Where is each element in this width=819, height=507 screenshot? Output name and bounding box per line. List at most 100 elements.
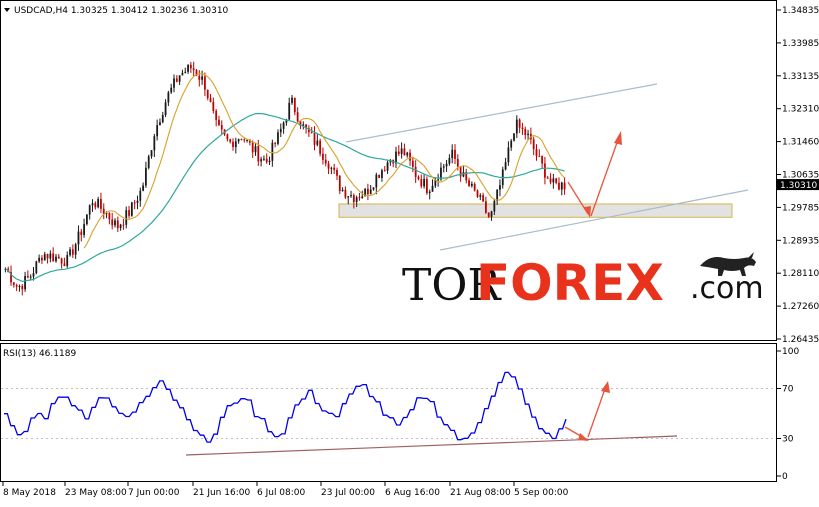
candle-body — [456, 158, 459, 167]
candle-body — [518, 119, 521, 128]
candle-body — [397, 151, 400, 154]
candle-body — [237, 139, 240, 142]
price-tick-label: 1.33135 — [782, 72, 819, 82]
candle-body — [428, 191, 431, 194]
brand-logo: TOR FOREX .com — [402, 252, 764, 312]
candle-body — [510, 140, 513, 148]
candle-body — [527, 133, 529, 136]
candle-body — [532, 139, 535, 150]
candle-body — [423, 179, 425, 187]
candle-body — [220, 125, 223, 130]
candle-body — [251, 142, 254, 153]
candle-body — [181, 72, 184, 76]
candle-body — [60, 258, 63, 264]
candle-body — [46, 254, 49, 259]
candle-body — [69, 249, 71, 256]
candle-body — [268, 160, 271, 163]
candle-body — [229, 139, 232, 142]
candle-body — [549, 178, 552, 183]
candle-body — [563, 182, 566, 190]
candle-body — [21, 286, 24, 290]
candle-body — [375, 174, 378, 188]
time-tick-label: 23 Jul 00:00 — [321, 488, 375, 498]
candle-body — [383, 170, 386, 172]
candle-body — [470, 183, 473, 186]
candle-body — [243, 139, 246, 141]
candle-body — [212, 101, 215, 111]
candle-body — [555, 178, 558, 183]
candle-body — [215, 110, 218, 120]
candle-body — [111, 219, 114, 226]
candle-body — [515, 119, 518, 134]
candle-body — [147, 156, 150, 168]
candle-body — [350, 195, 352, 197]
candle-body — [116, 220, 119, 229]
candle-body — [406, 152, 409, 156]
candle-body — [189, 64, 192, 69]
time-tick-label: 6 Jul 08:00 — [257, 488, 306, 498]
price-tick-label: 1.33985 — [782, 39, 819, 49]
candle-body — [310, 132, 313, 134]
time-tick-label: 21 Jun 16:00 — [193, 488, 250, 498]
rsi-tick-label: 70 — [782, 385, 794, 395]
candle-body — [209, 98, 212, 102]
candle-body — [173, 78, 175, 88]
candle-body — [546, 177, 549, 179]
candle-body — [184, 71, 187, 73]
candle-body — [156, 125, 159, 137]
candle-body — [493, 200, 496, 212]
candle-body — [66, 255, 69, 267]
candle-body — [32, 273, 35, 277]
candle-body — [400, 148, 403, 154]
candle-body — [448, 158, 451, 164]
candle-body — [91, 203, 94, 206]
current-price-label: 1.30310 — [780, 181, 817, 191]
candle-body — [83, 224, 85, 235]
candle-body — [476, 190, 479, 197]
support-zone — [338, 203, 733, 218]
time-tick-label: 6 Aug 16:00 — [385, 488, 440, 498]
rsi-panel-frame — [0, 343, 777, 482]
candle-body — [133, 202, 136, 204]
candle-body — [369, 189, 372, 195]
candle-body — [487, 212, 490, 217]
candle-body — [485, 201, 487, 213]
candle-body — [161, 115, 164, 123]
candle-body — [473, 183, 476, 191]
candle-body — [524, 129, 527, 136]
symbol-header: USDCAD,H4 1.30325 1.30412 1.30236 1.3031… — [14, 6, 229, 16]
candle-body — [338, 175, 341, 192]
candle-body — [192, 68, 195, 71]
candle-body — [26, 275, 29, 278]
candle-body — [74, 244, 77, 255]
candle-body — [313, 132, 316, 145]
candle-body — [355, 197, 358, 203]
candle-body — [122, 224, 125, 226]
candle-body — [442, 166, 445, 168]
candle-body — [164, 102, 167, 116]
candle-body — [114, 220, 116, 226]
candle-body — [57, 256, 60, 259]
candle-body — [490, 211, 493, 217]
candle-body — [347, 196, 350, 198]
candle-body — [125, 210, 128, 225]
candle-body — [263, 158, 265, 160]
candle-body — [201, 76, 204, 80]
candle-body — [119, 224, 122, 229]
candle-body — [277, 132, 279, 144]
candle-body — [167, 92, 170, 103]
rsi-tick-label: 30 — [782, 435, 794, 445]
candle-body — [386, 162, 389, 171]
candle-body — [130, 202, 133, 216]
candle-body — [560, 182, 563, 190]
candle-body — [35, 261, 38, 274]
candle-body — [479, 195, 482, 197]
candle-body — [139, 190, 142, 201]
candle-body — [431, 185, 434, 192]
time-axis: 8 May 2018 23 May 08:00 7 Jun 00:00 21 Jun … — [2, 481, 569, 498]
candle-body — [352, 195, 355, 203]
candle-body — [411, 160, 414, 167]
candle-body — [279, 128, 282, 133]
candle-body — [55, 256, 57, 262]
candle-body — [136, 200, 139, 203]
